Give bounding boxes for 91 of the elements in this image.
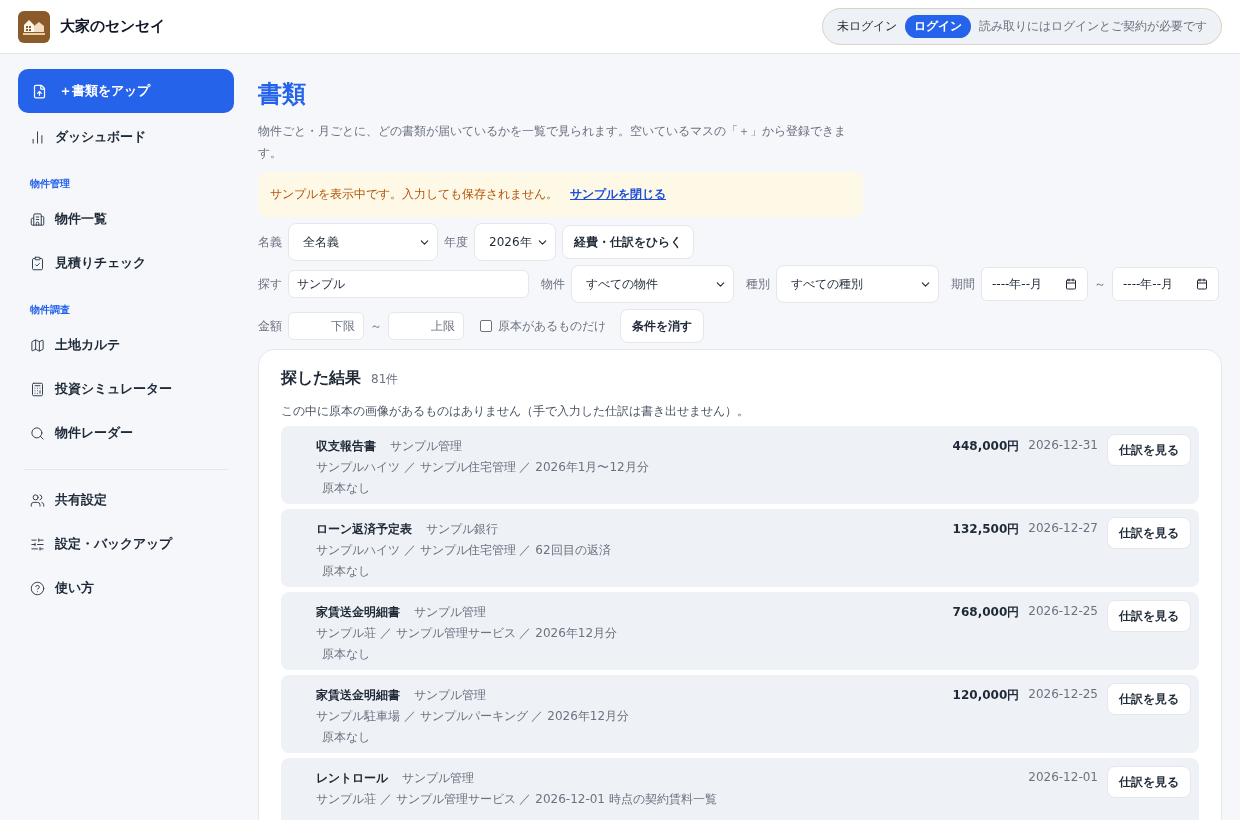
- range-separator: ～: [370, 317, 382, 335]
- document-tag: 原本なし: [316, 646, 618, 663]
- document-title: レントロール: [316, 770, 388, 787]
- view-entry-button[interactable]: 仕訳を見る: [1107, 683, 1191, 715]
- nav-item[interactable]: 物件一覧: [18, 197, 234, 241]
- file-upload-icon: [32, 83, 47, 99]
- bar-chart-icon: [30, 129, 45, 145]
- document-amount: 448,000円: [952, 438, 1020, 455]
- section-heading: 物件管理: [29, 177, 71, 191]
- upload-button[interactable]: ＋書類をアップ: [18, 69, 234, 113]
- page-title: 書類: [258, 79, 307, 110]
- amount-min-field[interactable]: 下限: [288, 312, 364, 340]
- document-issuer: サンプル管理: [414, 604, 486, 621]
- results-count: 81件: [371, 371, 399, 388]
- search-field[interactable]: サンプル: [288, 270, 529, 298]
- notice-text: サンプルを表示中です。入力しても保存されません。: [270, 186, 558, 203]
- document-title: ローン返済予定表: [316, 521, 412, 538]
- open-expenses-button[interactable]: 経費・仕訳をひらく: [562, 225, 694, 259]
- owner-select[interactable]: 全名義: [288, 223, 438, 261]
- document-amount: 132,500円: [952, 521, 1020, 538]
- document-issuer: サンプル管理: [402, 770, 474, 787]
- document-detail: サンプル荘 ／ サンプル管理サービス ／ 2026-12-01 時点の契約賃料一覧: [316, 791, 717, 808]
- nav-item[interactable]: 使い方: [18, 566, 234, 610]
- document-issuer: サンプル管理: [414, 687, 486, 704]
- period-from-field[interactable]: ----年--月: [981, 267, 1088, 301]
- nav-item[interactable]: ダッシュボード: [18, 115, 234, 159]
- filter-label: 種別: [746, 275, 770, 293]
- calculator-icon: [30, 381, 45, 397]
- document-detail: サンプルハイツ ／ サンプル住宅管理 ／ 62回目の返済: [316, 542, 611, 559]
- section-heading: 物件調査: [29, 303, 71, 317]
- help-icon: [30, 580, 45, 596]
- filter-label: 期間: [951, 275, 975, 293]
- map-icon: [30, 337, 45, 353]
- filter-label: 年度: [444, 233, 468, 251]
- amount-max-field[interactable]: 上限: [388, 312, 464, 340]
- document-date: 2026-12-27: [1028, 521, 1098, 535]
- nav-item[interactable]: 土地カルテ: [18, 323, 234, 367]
- document-date: 2026-12-25: [1028, 604, 1098, 618]
- document-issuer: サンプル銀行: [426, 521, 498, 538]
- document-date: 2026-12-01: [1028, 770, 1098, 784]
- document-title: 収支報告書: [316, 438, 376, 455]
- search-icon: [30, 425, 45, 441]
- sliders-icon: [30, 536, 45, 552]
- view-entry-button[interactable]: 仕訳を見る: [1107, 517, 1191, 549]
- document-tag: 原本なし: [316, 729, 630, 746]
- login-note: 読み取りにはログインとご契約が必要です: [979, 18, 1207, 35]
- period-to-field[interactable]: ----年--月: [1112, 267, 1219, 301]
- filter-label: 探す: [258, 275, 282, 293]
- type-select[interactable]: すべての種別: [776, 265, 939, 303]
- calendar-icon: [1065, 278, 1077, 290]
- results-note: この中に原本の画像があるものはありません（手で入力した仕訳は書き出せません）。: [281, 403, 750, 420]
- document-detail: サンプル荘 ／ サンプル管理サービス ／ 2026年12月分: [316, 625, 618, 642]
- range-separator: ～: [1094, 275, 1106, 293]
- document-detail: サンプル駐車場 ／ サンプルパーキング ／ 2026年12月分: [316, 708, 630, 725]
- nav-item[interactable]: 投資シミュレーター: [18, 367, 234, 411]
- document-tag: 原本なし: [316, 563, 611, 580]
- property-select[interactable]: すべての物件: [571, 265, 734, 303]
- original-only-checkbox[interactable]: [480, 320, 492, 332]
- users-icon: [30, 492, 45, 508]
- document-detail: サンプルハイツ ／ サンプル住宅管理 ／ 2026年1月〜12月分: [316, 459, 649, 476]
- document-date: 2026-12-31: [1028, 438, 1098, 452]
- calendar-icon: [1196, 278, 1208, 290]
- clipboard-check-icon: [30, 255, 45, 271]
- document-amount: 768,000円: [952, 604, 1020, 621]
- nav-item[interactable]: 物件レーダー: [18, 411, 234, 455]
- view-entry-button[interactable]: 仕訳を見る: [1107, 600, 1191, 632]
- document-title: 家賃送金明細書: [316, 687, 400, 704]
- view-entry-button[interactable]: 仕訳を見る: [1107, 766, 1191, 798]
- filter-label: 金額: [258, 317, 282, 335]
- house-logo-icon: [18, 10, 50, 43]
- nav-item[interactable]: 設定・バックアップ: [18, 522, 234, 566]
- filter-label: 物件: [541, 275, 565, 293]
- clear-filters-button[interactable]: 条件を消す: [620, 309, 704, 343]
- nav-item[interactable]: 見積りチェック: [18, 241, 234, 285]
- close-sample-link[interactable]: サンプルを閉じる: [570, 186, 666, 203]
- year-select[interactable]: 2026年: [474, 223, 556, 261]
- nav-item[interactable]: 共有設定: [18, 478, 234, 522]
- filter-label: 名義: [258, 233, 282, 251]
- login-status: 未ログイン: [837, 18, 897, 35]
- document-title: 家賃送金明細書: [316, 604, 400, 621]
- document-amount: 120,000円: [952, 687, 1020, 704]
- results-title: 探した結果: [281, 368, 361, 389]
- app-name: 大家のセンセイ: [60, 17, 165, 36]
- page-description: 物件ごと・月ごとに、どの書類が届いているかを一覧で見られます。空いているマスの「＋」から登録できます。: [258, 123, 847, 162]
- building-icon: [30, 211, 45, 227]
- view-entry-button[interactable]: 仕訳を見る: [1107, 434, 1191, 466]
- document-issuer: サンプル管理: [390, 438, 462, 455]
- checkbox-label: 原本があるものだけ: [498, 317, 606, 335]
- document-date: 2026-12-25: [1028, 687, 1098, 701]
- login-button[interactable]: ログイン: [905, 15, 971, 38]
- document-tag: 原本なし: [316, 480, 649, 497]
